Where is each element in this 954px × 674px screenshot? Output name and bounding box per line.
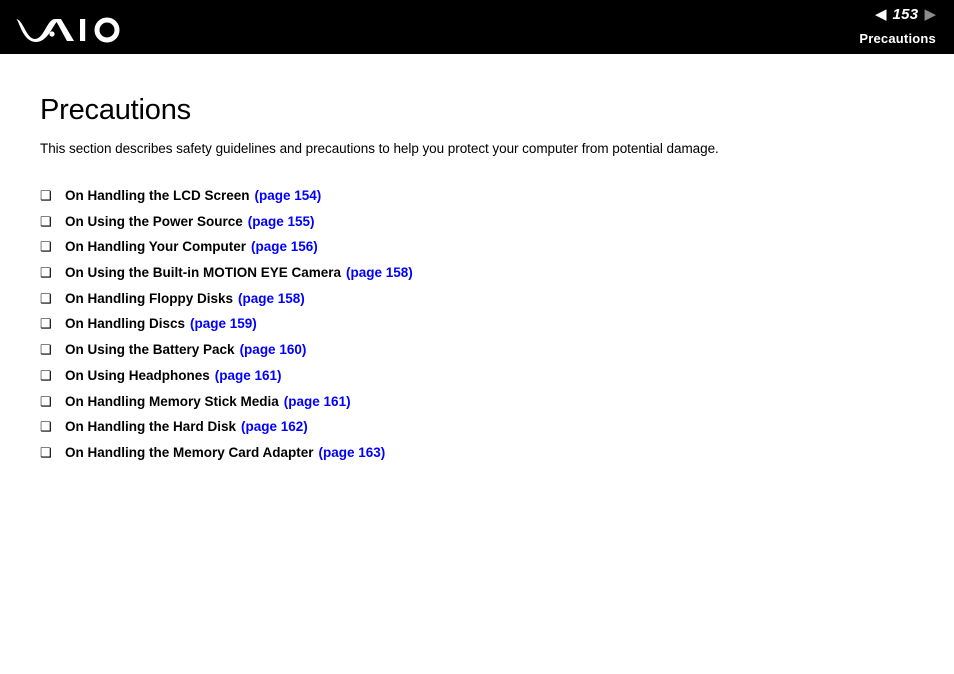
list-item-label: On Handling Discs [65,316,186,332]
page-reference-link[interactable]: (page 161) [215,368,282,383]
list-item-label: On Handling Memory Stick Media [65,393,279,409]
next-page-arrow-icon[interactable]: ▶ [924,7,936,22]
page-reference-link[interactable]: (page 155) [248,214,315,229]
list-item[interactable]: ❑ On Handling Floppy Disks (page 158) [40,291,920,317]
header-navigation: ◀ 153 ▶ Precautions [859,4,936,46]
list-item[interactable]: ❑ On Using the Battery Pack (page 160) [40,342,920,368]
list-item-label: On Handling Your Computer [65,239,246,255]
page-reference-link[interactable]: (page 163) [319,445,386,460]
list-item[interactable]: ❑ On Using the Power Source (page 155) [40,214,920,240]
list-item-label: On Using the Power Source [65,213,243,229]
list-item[interactable]: ❑ On Handling the Hard Disk (page 162) [40,419,920,445]
list-item[interactable]: ❑ On Using Headphones (page 161) [40,368,920,394]
square-bullet-icon: ❑ [40,393,52,409]
page-reference-link[interactable]: (page 159) [190,316,257,331]
page-reference-link[interactable]: (page 160) [240,342,307,357]
list-item-label: On Using Headphones [65,367,210,383]
square-bullet-icon: ❑ [40,444,52,460]
vaio-logo [14,8,134,46]
list-item-label: On Using the Built-in MOTION EYE Camera [65,265,342,281]
square-bullet-icon: ❑ [40,316,52,332]
current-page-number: 153 [892,5,919,23]
list-item[interactable]: ❑ On Handling Your Computer (page 156) [40,239,920,265]
list-item[interactable]: ❑ On Handling Memory Stick Media (page 1… [40,394,920,420]
page-title: Precautions [40,94,191,126]
page-reference-link[interactable]: (page 154) [255,188,322,203]
list-item[interactable]: ❑ On Handling the Memory Card Adapter (p… [40,445,920,471]
list-item-label: On Using the Battery Pack [65,342,235,358]
square-bullet-icon: ❑ [40,367,52,383]
header-section-label: Precautions [859,31,936,46]
square-bullet-icon: ❑ [40,188,52,203]
page-reference-link[interactable]: (page 156) [251,239,318,254]
list-item-label: On Handling the LCD Screen [65,188,250,203]
page-reference-link[interactable]: (page 158) [238,291,305,306]
page-nav-row: ◀ 153 ▶ [859,4,936,24]
page-content: Precautions This section describes safet… [40,54,920,471]
precautions-toc-list: ❑ On Handling the LCD Screen (page 154) … [40,156,920,471]
page-reference-link[interactable]: (page 162) [241,419,308,434]
previous-page-arrow-icon[interactable]: ◀ [875,7,887,22]
list-item-label: On Handling the Memory Card Adapter [65,444,314,460]
square-bullet-icon: ❑ [40,213,52,229]
page-reference-link[interactable]: (page 161) [284,394,351,409]
intro-paragraph: This section describes safety guidelines… [40,141,719,156]
list-item[interactable]: ❑ On Using the Built-in MOTION EYE Camer… [40,265,920,291]
page-reference-link[interactable]: (page 158) [346,265,413,280]
list-item[interactable]: ❑ On Handling the LCD Screen (page 154) [40,188,920,214]
list-item-label: On Handling Floppy Disks [65,290,234,306]
list-item[interactable]: ❑ On Handling Discs (page 159) [40,316,920,342]
square-bullet-icon: ❑ [40,290,52,306]
square-bullet-icon: ❑ [40,265,52,281]
page-header: ◀ 153 ▶ Precautions [0,0,954,54]
list-item-label: On Handling the Hard Disk [65,419,237,435]
square-bullet-icon: ❑ [40,239,52,255]
square-bullet-icon: ❑ [40,419,52,435]
square-bullet-icon: ❑ [40,342,52,358]
